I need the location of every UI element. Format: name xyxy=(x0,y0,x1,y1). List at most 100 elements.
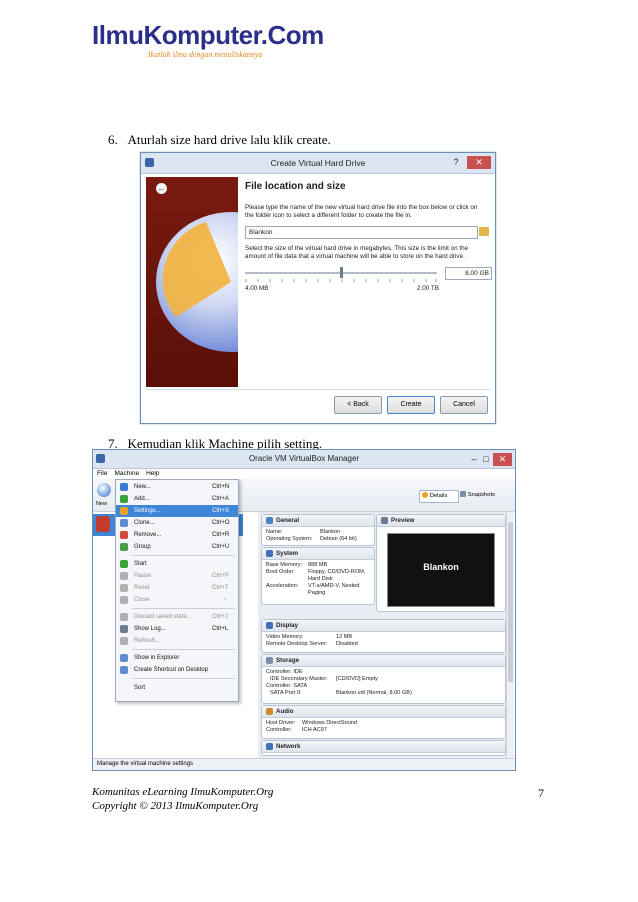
menu-item-remove[interactable]: Remove... Ctrl+R xyxy=(116,529,238,541)
menu-item-pause[interactable]: Pause Ctrl+P xyxy=(116,570,238,582)
help-button[interactable]: ? xyxy=(449,156,463,169)
footer-copyright: Copyright © 2013 IlmuKomputer.Org xyxy=(92,800,259,812)
general-header[interactable]: General xyxy=(262,515,374,527)
menu-item-shortcut: Ctrl+L xyxy=(212,626,229,632)
menu-item-clone[interactable]: Clone... Ctrl+O xyxy=(116,517,238,529)
details-tab[interactable]: Details xyxy=(419,490,459,503)
monitor-icon xyxy=(381,517,388,524)
storage-section: Storage Controller: IDE IDE Secondary Ma… xyxy=(261,654,506,704)
menu-item-label: Remove... xyxy=(134,532,162,538)
refresh-icon xyxy=(120,637,128,645)
maximize-button[interactable]: □ xyxy=(481,453,491,466)
general-icon xyxy=(266,517,273,524)
location-description: Please type the name of the new virtual … xyxy=(245,204,478,219)
new-icon xyxy=(120,483,128,491)
menu-item-label: Clone... xyxy=(134,520,155,526)
menu-item-settings[interactable]: Settings... Ctrl+S xyxy=(116,505,238,517)
footer-community: Komunitas eLearning IlmuKomputer.Org xyxy=(92,786,274,798)
ide-master-value: [CD/DVD] Empty xyxy=(336,676,378,682)
menu-item-start[interactable]: Start xyxy=(116,558,238,570)
dialog-title: Create Virtual Hard Drive xyxy=(270,158,366,168)
size-input[interactable]: 8.00 GB xyxy=(445,267,492,280)
step-6-text: 6. Aturlah size hard drive lalu klik cre… xyxy=(108,132,331,147)
network-section: Network xyxy=(261,740,506,756)
wizard-banner: ← xyxy=(146,177,238,387)
window-titlebar: Oracle VM VirtualBox Manager – □ ✕ xyxy=(93,450,515,469)
menu-item-new[interactable]: New... Ctrl+N xyxy=(116,481,238,493)
discard-icon xyxy=(120,613,128,621)
video-memory-value: 12 MB xyxy=(336,634,353,640)
audio-section: Audio Host Driver: Windows DirectSound C… xyxy=(261,705,506,739)
menu-item-label: Create Shortcut on Desktop xyxy=(134,667,209,673)
new-vm-icon[interactable] xyxy=(97,483,111,497)
folder-icon xyxy=(120,654,128,662)
close-button[interactable]: ✕ xyxy=(493,453,512,466)
menu-item-create-shortcut[interactable]: Create Shortcut on Desktop xyxy=(116,664,238,676)
close-button[interactable]: ✕ xyxy=(467,156,491,169)
network-header[interactable]: Network xyxy=(262,741,505,753)
folder-icon[interactable] xyxy=(479,227,489,236)
audio-title: Audio xyxy=(276,708,294,715)
menu-file[interactable]: File xyxy=(97,470,107,477)
status-bar: Manage the virtual machine settings xyxy=(93,758,515,770)
menu-item-label: Start xyxy=(134,561,147,567)
preview-title: Preview xyxy=(391,517,415,524)
camera-icon xyxy=(460,491,466,497)
site-logo: IlmuKomputer.Com Ikatlah ilmu dengan men… xyxy=(92,20,324,62)
display-icon xyxy=(266,622,273,629)
clone-icon xyxy=(120,519,128,527)
disk-icon xyxy=(266,657,273,664)
window-title: Oracle VM VirtualBox Manager xyxy=(248,454,360,463)
gear-icon xyxy=(422,492,428,498)
menu-item-show-in-explorer[interactable]: Show in Explorer xyxy=(116,652,238,664)
menu-item-group[interactable]: Group Ctrl+U xyxy=(116,541,238,553)
menu-item-close[interactable]: Close › xyxy=(116,594,238,606)
details-tab-label: Details xyxy=(429,493,448,499)
menu-item-add[interactable]: Add... Ctrl+A xyxy=(116,493,238,505)
preview-section: Preview Blankon xyxy=(376,514,506,612)
dialog-content: File location and size Please type the n… xyxy=(245,181,492,295)
menu-item-discard[interactable]: Discard saved state... Ctrl+J xyxy=(116,611,238,623)
menu-item-refresh[interactable]: Refresh... xyxy=(116,635,238,647)
os-key: Operating System: xyxy=(266,536,313,542)
host-driver-key: Host Driver: xyxy=(266,720,296,726)
menu-item-show-log[interactable]: Show Log... Ctrl+L xyxy=(116,623,238,635)
system-title: System xyxy=(276,550,299,557)
remove-icon xyxy=(120,531,128,539)
size-slider-handle[interactable] xyxy=(340,267,343,278)
menu-separator xyxy=(132,608,235,609)
audio-header[interactable]: Audio xyxy=(262,706,505,718)
os-value: Debian (64 bit) xyxy=(320,536,357,542)
scrollbar-thumb[interactable] xyxy=(508,522,513,682)
minimize-button[interactable]: – xyxy=(469,453,479,466)
menu-item-label: Reset xyxy=(134,585,150,591)
rdp-value: Disabled xyxy=(336,641,358,647)
create-button[interactable]: Create xyxy=(387,396,435,414)
vertical-scrollbar[interactable] xyxy=(506,512,514,758)
file-location-input[interactable]: Blankon xyxy=(245,226,478,239)
preview-screen: Blankon xyxy=(387,533,495,607)
menu-item-label: Settings... xyxy=(134,508,161,514)
audio-controller-key: Controller: xyxy=(266,727,292,733)
snapshots-tab[interactable]: Snapshots xyxy=(460,490,506,501)
ide-master-key: IDE Secondary Master: xyxy=(270,676,328,682)
system-header[interactable]: System xyxy=(262,548,374,560)
preview-header[interactable]: Preview xyxy=(377,515,505,527)
menu-machine[interactable]: Machine xyxy=(114,470,139,477)
back-button[interactable]: < Back xyxy=(334,396,382,414)
menu-help[interactable]: Help xyxy=(146,470,159,477)
log-icon xyxy=(120,625,128,633)
boot-key: Boot Order: xyxy=(266,569,295,575)
display-header[interactable]: Display xyxy=(262,620,505,632)
storage-header[interactable]: Storage xyxy=(262,655,505,667)
virtualbox-manager-window: Oracle VM VirtualBox Manager – □ ✕ File M… xyxy=(92,449,516,771)
menu-item-label: New... xyxy=(134,484,151,490)
virtualbox-icon xyxy=(145,158,154,167)
menu-item-shortcut: Ctrl+J xyxy=(212,614,228,620)
speaker-icon xyxy=(266,708,273,715)
logo-brand: IlmuKomputer.Com xyxy=(92,20,324,50)
menu-item-reset[interactable]: Reset Ctrl+T xyxy=(116,582,238,594)
cancel-button[interactable]: Cancel xyxy=(440,396,488,414)
menu-item-sort[interactable]: Sort xyxy=(116,682,238,694)
general-title: General xyxy=(276,517,300,524)
